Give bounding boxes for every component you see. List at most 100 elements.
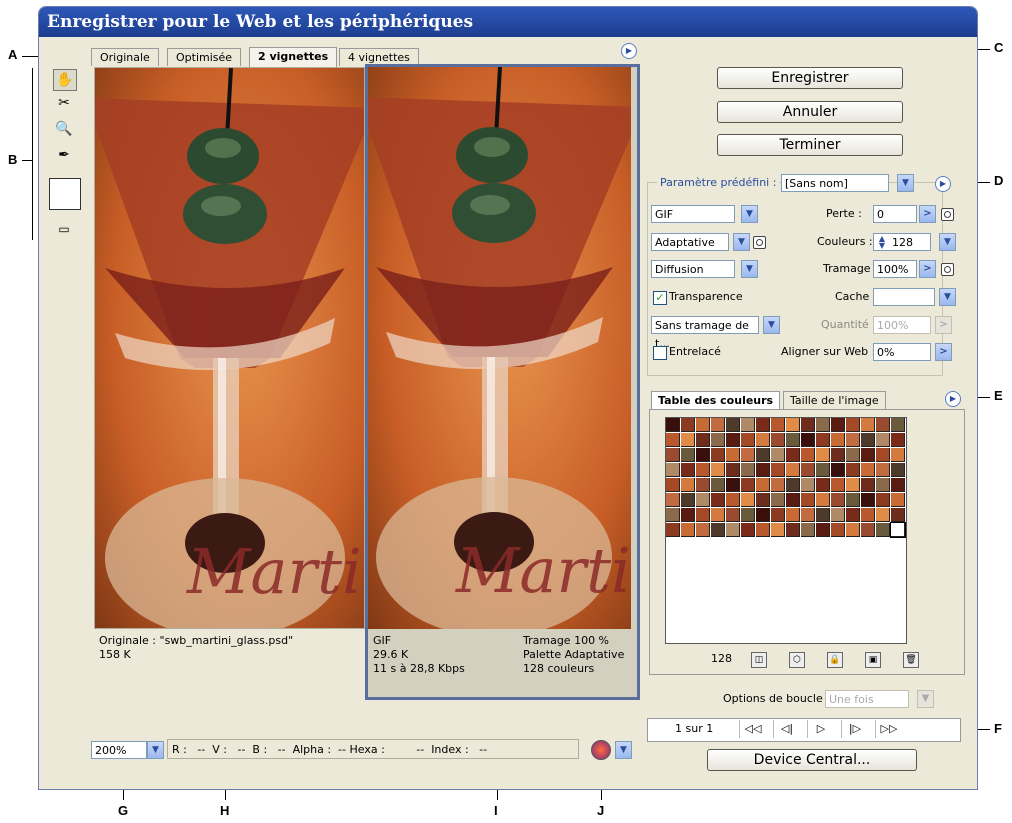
matte-dropdown-icon[interactable]: ▼ — [939, 288, 956, 306]
color-swatch[interactable] — [711, 463, 725, 477]
color-swatch[interactable] — [666, 463, 680, 477]
color-swatch[interactable] — [876, 508, 890, 522]
color-swatch[interactable] — [756, 418, 770, 432]
preset-select[interactable]: [Sans nom] — [781, 174, 889, 192]
color-swatch[interactable] — [726, 433, 740, 447]
transparency-dither-dropdown-icon[interactable]: ▼ — [763, 316, 780, 334]
next-frame-button[interactable]: |▷ — [841, 720, 868, 738]
color-swatch[interactable] — [891, 448, 905, 462]
reduction-dropdown-icon[interactable]: ▼ — [733, 233, 750, 251]
last-frame-button[interactable]: ▷▷ — [875, 720, 902, 738]
color-swatch[interactable] — [846, 463, 860, 477]
color-swatch[interactable] — [846, 418, 860, 432]
browser-preview-dropdown-icon[interactable]: ▼ — [615, 741, 632, 759]
new-color-icon[interactable]: ▣ — [865, 652, 881, 668]
lossy-slider-icon[interactable]: > — [919, 205, 936, 223]
color-swatch[interactable] — [786, 493, 800, 507]
color-swatch[interactable] — [786, 463, 800, 477]
play-button[interactable]: ▷ — [807, 720, 834, 738]
interlaced-checkbox[interactable] — [653, 346, 667, 360]
color-swatch[interactable] — [681, 418, 695, 432]
color-swatch[interactable] — [681, 448, 695, 462]
save-button[interactable]: Enregistrer — [717, 67, 903, 89]
color-swatch[interactable] — [681, 433, 695, 447]
device-central-button[interactable]: Device Central... — [707, 749, 917, 771]
browser-preview-icon[interactable] — [591, 740, 611, 760]
color-swatch[interactable] — [711, 478, 725, 492]
color-swatch[interactable] — [741, 493, 755, 507]
color-swatch[interactable] — [801, 433, 815, 447]
color-swatch[interactable] — [711, 493, 725, 507]
color-table-menu-icon[interactable]: ▶ — [945, 391, 961, 407]
color-swatch[interactable] — [696, 433, 710, 447]
color-swatch[interactable] — [726, 478, 740, 492]
color-swatch[interactable] — [801, 493, 815, 507]
color-swatch[interactable] — [891, 508, 905, 522]
color-swatch[interactable] — [666, 433, 680, 447]
color-swatch[interactable] — [696, 418, 710, 432]
color-swatch[interactable] — [666, 523, 680, 537]
zoom-field[interactable]: 200% — [91, 741, 147, 759]
color-swatch[interactable] — [726, 523, 740, 537]
color-swatch[interactable] — [741, 463, 755, 477]
color-swatch[interactable] — [756, 448, 770, 462]
eyedropper-tool-icon[interactable]: ✒ — [53, 145, 75, 165]
optimize-menu-icon[interactable]: ▶ — [935, 176, 951, 192]
color-swatch[interactable] — [681, 463, 695, 477]
color-swatch[interactable] — [861, 478, 875, 492]
map-to-web-icon[interactable]: ◫ — [751, 652, 767, 668]
color-swatch[interactable] — [816, 478, 830, 492]
reduction-mask-icon[interactable] — [753, 236, 766, 249]
color-swatch[interactable] — [756, 478, 770, 492]
color-swatch[interactable] — [801, 463, 815, 477]
lock-cube-icon[interactable]: ⬡ — [789, 652, 805, 668]
color-swatch[interactable] — [756, 493, 770, 507]
color-swatch[interactable] — [666, 508, 680, 522]
hand-tool-icon[interactable]: ✋ — [53, 69, 77, 91]
first-frame-button[interactable]: ◁◁ — [739, 720, 766, 738]
zoom-dropdown-icon[interactable]: ▼ — [147, 741, 164, 759]
lossy-field[interactable]: 0 — [873, 205, 917, 223]
color-swatch[interactable] — [816, 493, 830, 507]
transparency-checkbox[interactable]: ✓ — [653, 291, 667, 305]
color-swatch[interactable] — [726, 508, 740, 522]
matte-field[interactable] — [873, 288, 935, 306]
color-swatch[interactable] — [876, 433, 890, 447]
color-swatch[interactable] — [816, 463, 830, 477]
color-swatch[interactable] — [846, 448, 860, 462]
color-swatch[interactable] — [771, 523, 785, 537]
zoom-tool-icon[interactable]: 🔍 — [53, 119, 75, 139]
color-swatch[interactable] — [876, 448, 890, 462]
color-swatch[interactable] — [861, 448, 875, 462]
color-swatch[interactable] — [666, 418, 680, 432]
color-swatch[interactable] — [891, 463, 905, 477]
preset-dropdown-icon[interactable]: ▼ — [897, 174, 914, 192]
color-swatch[interactable] — [861, 433, 875, 447]
color-swatch[interactable] — [681, 523, 695, 537]
trash-icon[interactable]: 🗑 — [903, 652, 919, 668]
original-preview-pane[interactable]: Marti — [94, 67, 365, 629]
color-swatch[interactable] — [816, 508, 830, 522]
color-swatch[interactable] — [831, 448, 845, 462]
color-swatch[interactable] — [711, 433, 725, 447]
color-swatch[interactable] — [876, 478, 890, 492]
color-swatch[interactable] — [786, 508, 800, 522]
color-swatch[interactable] — [801, 523, 815, 537]
cancel-button[interactable]: Annuler — [717, 101, 903, 123]
color-swatch[interactable] — [756, 433, 770, 447]
color-swatch[interactable] — [681, 478, 695, 492]
color-swatch[interactable] — [831, 478, 845, 492]
tab-2-up[interactable]: 2 vignettes — [249, 47, 338, 67]
transparency-dither-select[interactable]: Sans tramage de t... — [651, 316, 759, 350]
colors-dropdown-icon[interactable]: ▼ — [939, 233, 956, 251]
preview-menu-icon[interactable]: ▶ — [621, 43, 637, 59]
dither-algorithm-select[interactable]: Diffusion — [651, 260, 735, 278]
color-swatch[interactable] — [681, 493, 695, 507]
color-swatch[interactable] — [846, 433, 860, 447]
color-swatch[interactable] — [846, 523, 860, 537]
color-swatch[interactable] — [861, 508, 875, 522]
color-swatch[interactable] — [891, 478, 905, 492]
color-swatch[interactable] — [681, 508, 695, 522]
color-swatch[interactable] — [891, 418, 905, 432]
color-swatch[interactable] — [726, 463, 740, 477]
